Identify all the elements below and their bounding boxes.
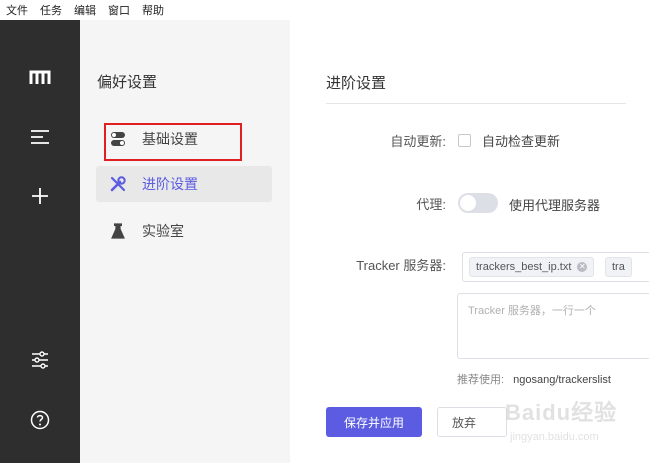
page-title: 进阶设置 (326, 75, 387, 92)
logo-icon[interactable] (24, 61, 56, 93)
sidebar-item-advanced[interactable]: 进阶设置 (96, 166, 272, 202)
tracker-tag[interactable]: trackers_best_ip.txt ✕ (469, 257, 595, 277)
tracker-source-select[interactable]: trackers_best_ip.txt ✕ tra (462, 252, 649, 282)
menu-edit[interactable]: 编辑 (74, 2, 96, 18)
auto-update-checkbox[interactable] (458, 134, 471, 147)
divider (326, 103, 626, 104)
auto-update-label: 自动更新: (390, 134, 446, 149)
menu-window[interactable]: 窗口 (108, 2, 130, 18)
toggle-knob (460, 195, 476, 211)
watermark: Baidu经验 jingyan.baidu.com (500, 395, 640, 457)
menu-bar: 文件 任务 编辑 窗口 帮助 (0, 0, 649, 20)
sidebar-item-lab[interactable]: 实验室 (96, 213, 272, 249)
proxy-label: 代理: (416, 197, 446, 212)
proxy-toggle[interactable] (458, 193, 498, 213)
trackerslist-link[interactable]: ngosang/trackerslist (513, 374, 611, 386)
tools-icon (108, 174, 128, 194)
tracker-tag[interactable]: tra (605, 257, 632, 277)
preferences-title: 偏好设置 (97, 74, 158, 91)
watermark-text: Baidu经验 (505, 400, 618, 425)
save-apply-button[interactable]: 保存并应用 (326, 407, 422, 437)
tracker-label: Tracker 服务器: (356, 258, 446, 273)
task-list-icon[interactable] (24, 121, 56, 153)
auto-update-option[interactable]: 自动检查更新 (482, 131, 560, 150)
tag-close-icon[interactable]: ✕ (577, 262, 588, 272)
tracker-servers-textarea[interactable]: Tracker 服务器，一行一个 (457, 293, 649, 359)
discard-button[interactable]: 放弃 (437, 407, 507, 437)
highlight-box (104, 123, 242, 161)
menu-help[interactable]: 帮助 (142, 2, 164, 18)
menu-file[interactable]: 文件 (6, 2, 28, 18)
proxy-option: 使用代理服务器 (509, 198, 601, 213)
watermark-url: jingyan.baidu.com (510, 431, 599, 443)
sidebar-item-label: 实验室 (142, 223, 184, 239)
app-rail (0, 20, 80, 463)
preferences-icon[interactable] (24, 344, 56, 376)
preferences-sidebar: 偏好设置 基础设置 进阶设置 实验室 (80, 20, 290, 463)
sidebar-item-label: 进阶设置 (142, 176, 198, 192)
menu-task[interactable]: 任务 (40, 2, 62, 18)
tracker-hint: 推荐使用: ngosang/trackerslist (457, 374, 611, 386)
add-icon[interactable] (24, 180, 56, 212)
help-icon[interactable] (24, 404, 56, 436)
flask-icon (108, 221, 128, 241)
